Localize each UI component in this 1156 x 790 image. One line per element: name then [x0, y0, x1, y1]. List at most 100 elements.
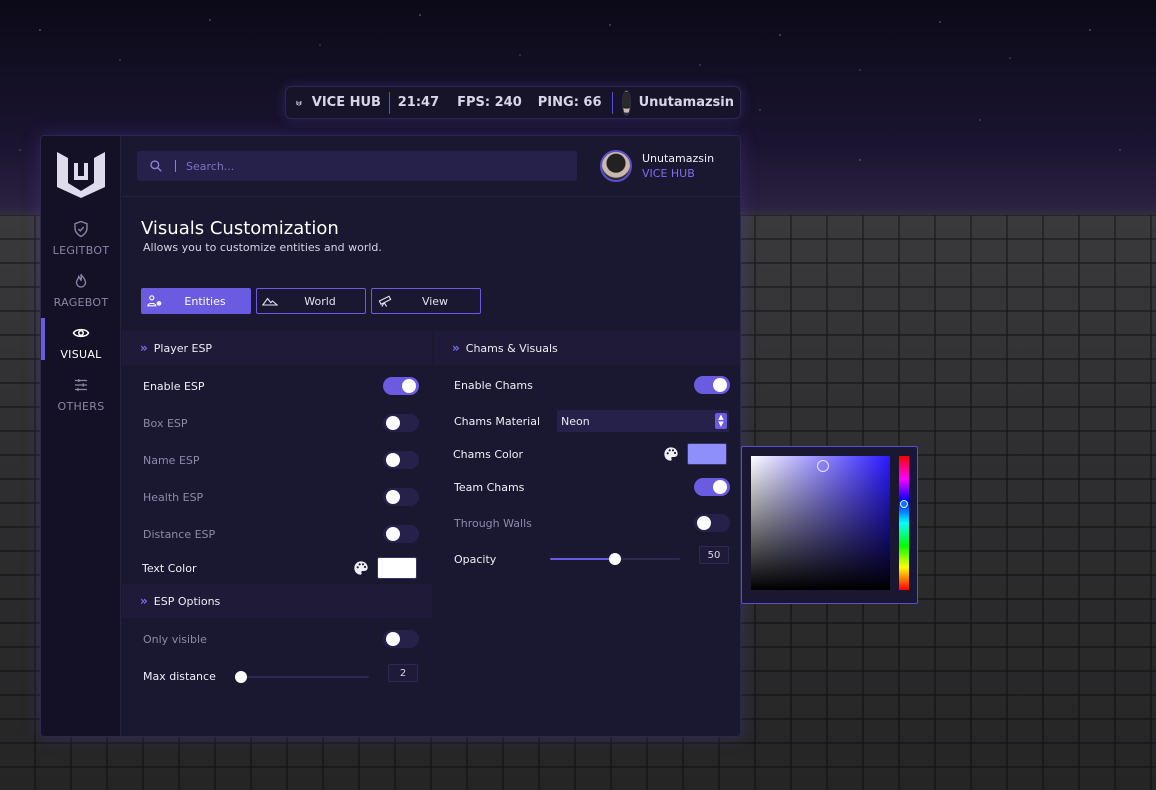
page-subtitle: Allows you to customize entities and wor…	[143, 241, 382, 254]
sidebar-item-ragebot[interactable]: RAGEBOT	[41, 272, 121, 316]
toggle-knob	[386, 527, 400, 541]
chams-color-swatch[interactable]	[687, 443, 727, 465]
topbar-divider	[388, 91, 390, 114]
setting-chams-color: Chams Color	[453, 444, 523, 464]
saturation-value-area[interactable]	[751, 456, 890, 590]
section-header-player-esp: » Player ESP	[122, 331, 432, 365]
toggle-knob	[386, 453, 400, 467]
user-name: Unutamazsin	[642, 152, 715, 165]
eye-icon	[72, 328, 90, 338]
slider-fill	[550, 558, 615, 560]
through-walls-toggle[interactable]	[694, 514, 730, 532]
tab-view[interactable]: View	[371, 288, 481, 314]
sidebar-item-legitbot[interactable]: LEGITBOT	[41, 220, 121, 264]
opacity-value[interactable]: 50	[699, 546, 729, 564]
tab-entities[interactable]: Entities	[141, 288, 251, 314]
setting-label: Max distance	[143, 669, 216, 683]
topbar-fps: FPS: 240	[457, 95, 522, 110]
search-input[interactable]	[186, 159, 546, 173]
palette-icon[interactable]	[353, 560, 369, 576]
sidebar: LEGITBOT RAGEBOT VISUAL OTHERS	[41, 136, 121, 736]
sidebar-item-label: LEGITBOT	[52, 244, 110, 257]
setting-label: Text Color	[142, 561, 197, 575]
setting-label: Enable Chams	[454, 378, 533, 392]
setting-only-visible: Only visible	[143, 629, 207, 649]
chevrons-right-icon: »	[452, 341, 460, 355]
topbar-ping: PING: 66	[537, 95, 602, 110]
enable-esp-toggle[interactable]	[383, 377, 419, 395]
setting-health-esp: Health ESP	[143, 487, 203, 507]
text-color-swatch[interactable]	[377, 557, 417, 579]
setting-chams-material: Chams Material	[454, 411, 540, 431]
mountains-icon	[262, 297, 278, 306]
tab-bar: Entities World View	[141, 288, 481, 314]
vice-hub-logo-icon	[296, 100, 302, 106]
user-profile[interactable]: Unutamazsin VICE HUB	[600, 150, 714, 182]
box-esp-toggle[interactable]	[383, 414, 419, 432]
setting-label: Distance ESP	[143, 527, 216, 541]
setting-enable-chams: Enable Chams	[454, 375, 533, 395]
hue-cursor[interactable]	[900, 500, 908, 508]
setting-label: Through Walls	[454, 516, 532, 530]
slider-thumb[interactable]	[609, 553, 621, 565]
avatar	[600, 150, 632, 182]
page-title: Visuals Customization	[141, 218, 339, 239]
setting-label: Only visible	[143, 632, 207, 646]
setting-team-chams: Team Chams	[454, 477, 524, 497]
setting-label: Opacity	[454, 552, 497, 566]
sidebar-item-label: VISUAL	[60, 348, 102, 361]
section-title: ESP Options	[153, 594, 221, 608]
name-esp-toggle[interactable]	[383, 451, 419, 469]
toggle-knob	[386, 490, 400, 504]
max-distance-slider[interactable]	[235, 670, 369, 684]
setting-label: Enable ESP	[143, 379, 205, 393]
setting-text-color: Text Color	[142, 558, 196, 578]
health-esp-toggle[interactable]	[383, 488, 419, 506]
sidebar-item-others[interactable]: OTHERS	[41, 376, 121, 420]
only-visible-toggle[interactable]	[383, 630, 419, 648]
search-caret	[175, 160, 176, 172]
section-header-chams: » Chams & Visuals	[434, 331, 740, 365]
topbar-brand: VICE HUB	[311, 95, 381, 110]
toggle-knob	[386, 632, 400, 646]
flame-icon	[75, 273, 87, 288]
setting-label: Team Chams	[454, 480, 525, 494]
chevrons-right-icon: »	[140, 341, 148, 355]
section-header-esp-options: » ESP Options	[122, 584, 432, 618]
section-title: Player ESP	[153, 341, 213, 355]
hue-slider[interactable]	[899, 456, 909, 590]
slider-track	[235, 676, 369, 678]
sidebar-item-label: OTHERS	[57, 400, 105, 413]
sidebar-item-label: RAGEBOT	[53, 296, 109, 309]
setting-box-esp: Box ESP	[143, 413, 188, 433]
distance-esp-toggle[interactable]	[383, 525, 419, 543]
setting-max-distance: Max distance	[143, 666, 216, 686]
sidebar-item-visual[interactable]: VISUAL	[41, 318, 121, 368]
team-chams-toggle[interactable]	[694, 478, 730, 496]
toggle-knob	[402, 379, 416, 393]
status-bar: VICE HUB 21:47 FPS: 240 PING: 66 Unutama…	[285, 86, 741, 119]
user-subtitle: VICE HUB	[642, 167, 695, 180]
palette-icon[interactable]	[663, 446, 679, 462]
slider-thumb[interactable]	[235, 671, 247, 683]
opacity-slider[interactable]	[550, 552, 680, 566]
select-arrows-icon: ▲ ▼	[715, 413, 727, 429]
setting-distance-esp: Distance ESP	[143, 524, 215, 544]
toggle-knob	[386, 416, 400, 430]
sliders-icon	[75, 379, 87, 391]
max-distance-value[interactable]: 2	[388, 664, 418, 682]
search-icon	[150, 160, 162, 172]
section-title: Chams & Visuals	[465, 341, 558, 355]
color-picker-cursor[interactable]	[817, 460, 829, 472]
toggle-knob	[713, 378, 727, 392]
chams-material-select[interactable]: Neon ▲ ▼	[557, 410, 729, 432]
enable-chams-toggle[interactable]	[694, 376, 730, 394]
vice-hub-logo-icon	[57, 152, 105, 198]
main-window: LEGITBOT RAGEBOT VISUAL OTHERS Search...…	[40, 135, 741, 737]
tab-world[interactable]: World	[256, 288, 366, 314]
header: Unutamazsin VICE HUB	[122, 136, 740, 197]
toggle-knob	[713, 480, 727, 494]
color-picker-popup	[741, 446, 918, 604]
search-box[interactable]	[137, 151, 577, 181]
users-settings-icon	[147, 295, 162, 307]
